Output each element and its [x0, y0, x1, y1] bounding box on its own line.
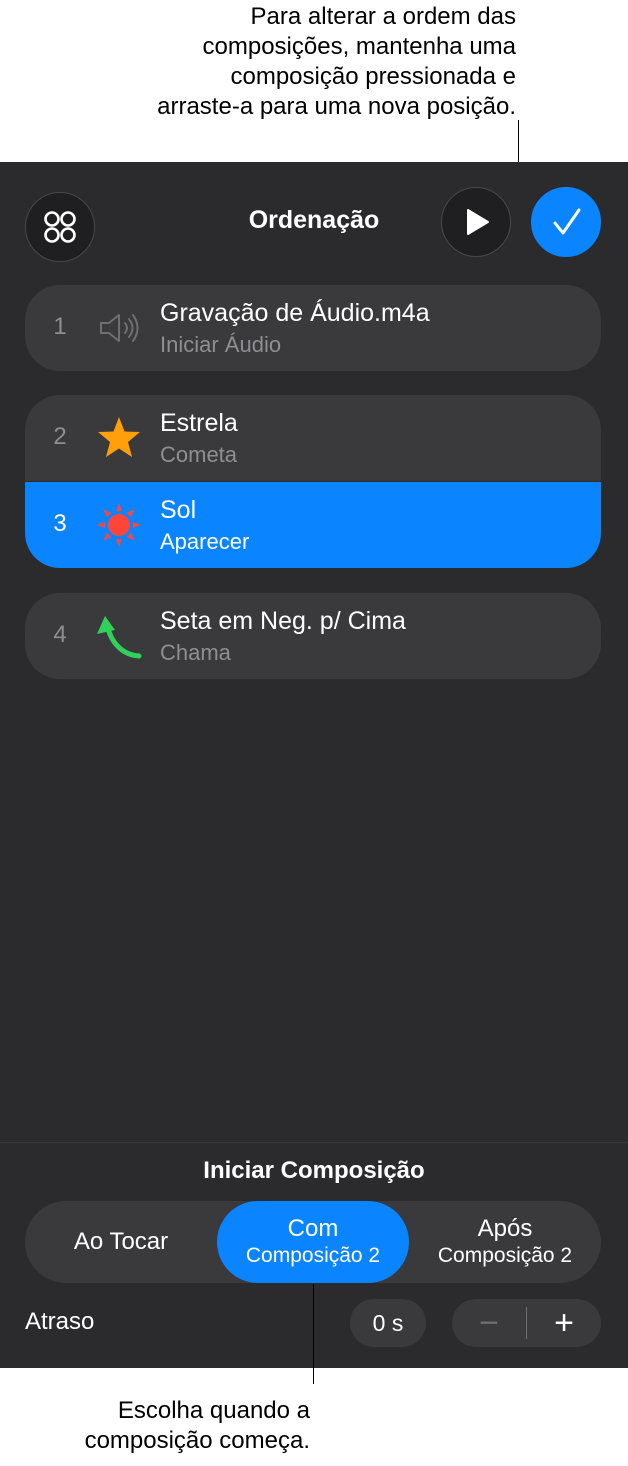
build-number: 3 — [53, 510, 67, 537]
checkmark-icon — [553, 208, 581, 235]
delay-label: Atraso — [25, 1308, 95, 1335]
reorder-callout: Para alterar a ordem das composições, ma… — [157, 3, 516, 120]
build-effect: Chama — [160, 640, 231, 665]
build-row[interactable]: 4 Seta em Neg. p/ Cima Chama — [25, 593, 601, 679]
build-name: Gravação de Áudio.m4a — [160, 299, 430, 327]
option-label: Ao Tocar — [73, 1228, 169, 1255]
option-with-build[interactable]: Com Composição 2 — [217, 1201, 409, 1283]
play-button[interactable] — [441, 187, 511, 257]
build-row[interactable]: 2 Estrela Cometa — [25, 395, 601, 481]
build-row[interactable]: 1 Gravação de Áudio.m4a Iniciar Áudio — [25, 285, 601, 371]
start-build-title: Iniciar Composição — [203, 1157, 425, 1184]
start-build-section: Iniciar Composição Ao Tocar Com Composiç… — [0, 1142, 628, 1368]
build-effect: Cometa — [160, 442, 238, 467]
start-build-callout-leader — [313, 1284, 314, 1384]
increment-button[interactable]: + — [527, 1299, 601, 1347]
build-effect: Aparecer — [160, 529, 250, 554]
build-row-selected[interactable]: 3 Sol Aparecer — [25, 482, 601, 568]
option-label: Com — [287, 1215, 339, 1242]
build-name: Seta em Neg. p/ Cima — [160, 607, 406, 635]
build-name: Estrela — [160, 409, 238, 437]
star-icon — [98, 417, 140, 457]
sun-icon — [97, 503, 141, 547]
build-order-panel: Ordenação 1 Gravação de Áudio.m4a Inicia… — [0, 162, 628, 1368]
option-label: Após — [477, 1215, 533, 1242]
curved-arrow-icon — [97, 616, 142, 659]
build-effect: Iniciar Áudio — [160, 332, 282, 357]
done-button[interactable] — [531, 187, 601, 257]
speaker-icon — [100, 314, 139, 342]
build-name: Sol — [160, 496, 197, 524]
build-number: 2 — [53, 423, 67, 450]
build-number: 1 — [53, 313, 67, 340]
play-icon — [467, 209, 489, 235]
delay-value-field[interactable]: 0 s — [350, 1299, 426, 1347]
start-build-segmented-control: Ao Tocar Com Composição 2 Após Composiçã… — [25, 1201, 601, 1283]
option-sublabel: Composição 2 — [245, 1244, 381, 1267]
build-number: 4 — [53, 621, 67, 648]
decrement-button[interactable]: − — [452, 1299, 526, 1347]
option-on-tap[interactable]: Ao Tocar — [25, 1201, 217, 1283]
option-sublabel: Composição 2 — [437, 1244, 573, 1267]
build-order-sheet: Ordenação 1 Gravação de Áudio.m4a Inicia… — [0, 162, 628, 1368]
delay-stepper: − + — [452, 1299, 601, 1347]
option-after-build[interactable]: Após Composição 2 — [409, 1201, 601, 1283]
start-build-callout: Escolha quando a composição começa. — [84, 1397, 310, 1454]
